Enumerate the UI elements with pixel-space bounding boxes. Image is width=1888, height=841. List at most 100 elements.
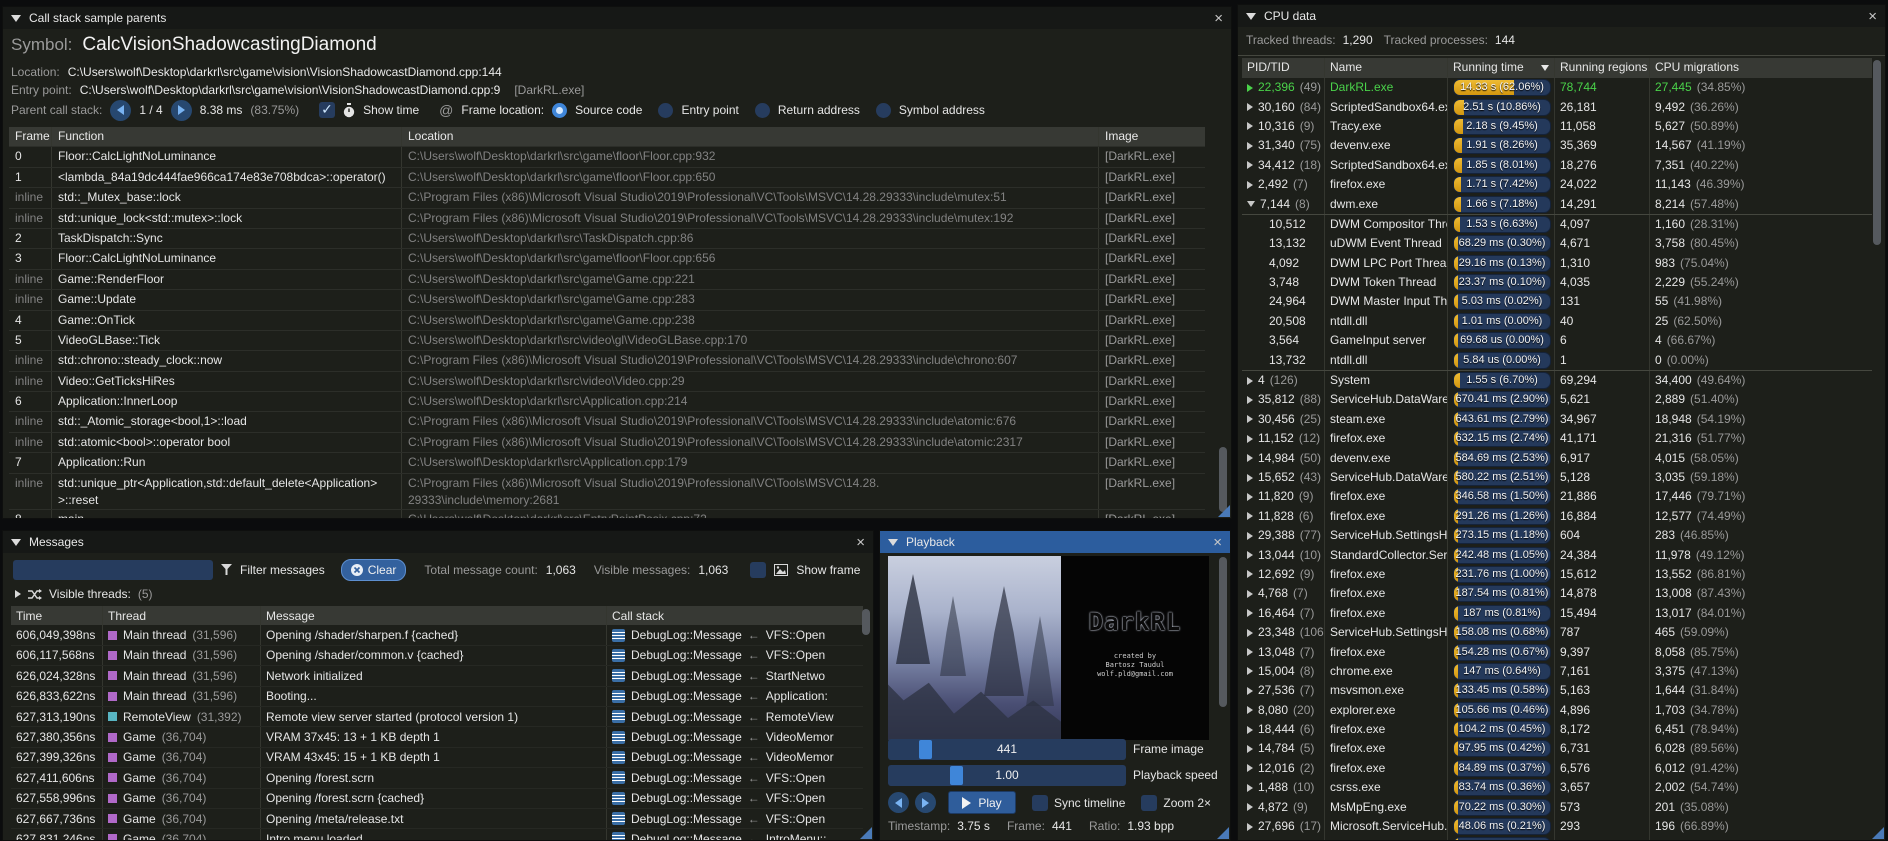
- cpu-process-row[interactable]: 11,152(12)firefox.exe632.15 ms (2.74%)41…: [1242, 429, 1872, 448]
- cpu-process-row[interactable]: 27,696(17)Microsoft.ServiceHub.Controlle…: [1242, 817, 1872, 836]
- callstack-row[interactable]: inlineGame::UpdateC:\Users\wolf\Desktop\…: [9, 290, 1205, 310]
- expand-icon[interactable]: [1247, 103, 1253, 111]
- cpu-process-row[interactable]: 14,984(50)devenv.exe584.69 ms (2.53%)6,9…: [1242, 448, 1872, 467]
- expand-icon[interactable]: [1247, 454, 1253, 462]
- message-row[interactable]: 626,024,328nsMain thread(31,596)Network …: [11, 666, 863, 686]
- filter-input[interactable]: [13, 560, 213, 580]
- messages-titlebar[interactable]: Messages ×: [3, 531, 873, 553]
- callstack-list-icon[interactable]: [612, 629, 625, 642]
- collapse-icon[interactable]: [11, 539, 21, 546]
- expand-icon[interactable]: [1247, 474, 1253, 482]
- callstack-scrollbar[interactable]: [1219, 447, 1227, 512]
- cpu-process-row[interactable]: 4(126)System1.55 s (6.70%)69,29434,400(4…: [1242, 370, 1872, 390]
- callstack-row[interactable]: 3Floor::CalcLightNoLuminanceC:\Users\wol…: [9, 249, 1205, 269]
- radio-source-code-label[interactable]: Source code: [575, 103, 642, 117]
- expand-icon[interactable]: [1247, 84, 1253, 92]
- collapse-icon[interactable]: [11, 15, 21, 22]
- step-back-button[interactable]: [888, 792, 909, 813]
- cpu-process-row[interactable]: 13,048(7)firefox.exe154.28 ms (0.67%)9,3…: [1242, 642, 1872, 661]
- callstack-list-icon[interactable]: [612, 832, 625, 841]
- callstack-list-icon[interactable]: [612, 751, 625, 764]
- resize-grip[interactable]: [1217, 827, 1229, 839]
- expand-threads-icon[interactable]: [15, 590, 21, 598]
- show-frame-label[interactable]: Show frame: [796, 563, 860, 577]
- callstack-row[interactable]: 2TaskDispatch::SyncC:\Users\wolf\Desktop…: [9, 229, 1205, 249]
- callstack-row[interactable]: inlinestd::_Atomic_storage<bool,1>::load…: [9, 412, 1205, 432]
- frame-image-slider[interactable]: 441: [888, 739, 1126, 760]
- messages-scrollbar[interactable]: [862, 609, 870, 635]
- callstack-row[interactable]: inlinestd::unique_ptr<Application,std::d…: [9, 474, 1205, 510]
- callstack-list-icon[interactable]: [612, 812, 625, 825]
- radio-source-code[interactable]: [552, 103, 567, 118]
- expand-icon[interactable]: [1247, 823, 1253, 831]
- cpu-process-row[interactable]: 35,812(88)ServiceHub.DataWarehouse670.41…: [1242, 390, 1872, 409]
- cpu-process-row[interactable]: 10,512DWM Compositor Thread1.53 s (6.63%…: [1242, 214, 1872, 234]
- callstack-list-icon[interactable]: [612, 710, 625, 723]
- cpu-titlebar[interactable]: CPU data ×: [1238, 5, 1885, 27]
- cpu-process-row[interactable]: 22,396(49)DarkRL.exe14.33 s (62.06%)78,7…: [1242, 78, 1872, 97]
- step-forward-button[interactable]: [915, 792, 936, 813]
- callstack-row[interactable]: 8mainC:\Users\wolf\Desktop\darkrl\src\En…: [9, 510, 1205, 519]
- collapse-icon[interactable]: [888, 539, 898, 546]
- message-row[interactable]: 627,313,190nsRemoteView(31,392)Remote vi…: [11, 707, 863, 727]
- col-running-time[interactable]: Running time: [1447, 58, 1554, 77]
- cpu-process-row[interactable]: 14,784(5)firefox.exe97.95 ms (0.42%)6,73…: [1242, 739, 1872, 758]
- close-icon[interactable]: ×: [1213, 535, 1222, 550]
- callstack-row[interactable]: inlineGame::RenderFloorC:\Users\wolf\Des…: [9, 270, 1205, 290]
- expand-icon[interactable]: [1247, 551, 1253, 559]
- cpu-process-row[interactable]: 10,316(9)Tracy.exe2.18 s (9.45%)11,0585,…: [1242, 117, 1872, 136]
- cpu-process-row[interactable]: 11,828(6)firefox.exe291.26 ms (1.26%)16,…: [1242, 507, 1872, 526]
- message-row[interactable]: 627,411,606nsGame(36,704)Opening /forest…: [11, 768, 863, 788]
- message-row[interactable]: 627,380,356nsGame(36,704)VRAM 37x45: 13 …: [11, 727, 863, 747]
- expand-icon[interactable]: [1247, 726, 1253, 734]
- cpu-process-row[interactable]: 13,732ntdll.dll5.84 us (0.00%)10(0.00%): [1242, 350, 1872, 369]
- expand-icon[interactable]: [1247, 181, 1253, 189]
- expand-icon[interactable]: [1247, 122, 1253, 130]
- message-row[interactable]: 627,558,996nsGame(36,704)Opening /forest…: [11, 789, 863, 809]
- callstack-row[interactable]: inlinestd::_Mutex_base::lockC:\Program F…: [9, 188, 1205, 208]
- show-time-checkbox[interactable]: [319, 102, 335, 118]
- callstack-titlebar[interactable]: Call stack sample parents ×: [3, 7, 1231, 29]
- cpu-process-row[interactable]: 7,144(8)dwm.exe1.66 s (7.18%)14,2918,214…: [1242, 194, 1872, 213]
- cpu-process-row[interactable]: 30,160(84)ScriptedSandbox64.exe2.51 s (1…: [1242, 97, 1872, 116]
- cpu-process-row[interactable]: 1,488(10)csrss.exe83.74 ms (0.36%)3,6572…: [1242, 778, 1872, 797]
- callstack-row[interactable]: inlinestd::atomic<bool>::operator boolC:…: [9, 433, 1205, 453]
- play-button[interactable]: Play: [948, 791, 1016, 814]
- show-time-label[interactable]: Show time: [363, 103, 419, 117]
- callstack-row[interactable]: 1<lambda_84a19dc444fae966ca174e83e708bdc…: [9, 168, 1205, 188]
- callstack-list-icon[interactable]: [612, 771, 625, 784]
- expand-icon[interactable]: [1247, 532, 1253, 540]
- callstack-row[interactable]: inlineVideo::GetTicksHiResC:\Users\wolf\…: [9, 372, 1205, 392]
- prev-callstack-button[interactable]: [110, 100, 131, 121]
- radio-symbol-address[interactable]: [876, 103, 891, 118]
- cpu-process-row[interactable]: [1242, 836, 1872, 841]
- cpu-process-row[interactable]: 20,508ntdll.dll1.01 ms (0.00%)4025(62.50…: [1242, 312, 1872, 331]
- expand-icon[interactable]: [1247, 648, 1253, 656]
- cpu-process-row[interactable]: 4,092DWM LPC Port Thread29.16 ms (0.13%)…: [1242, 254, 1872, 273]
- close-icon[interactable]: ×: [1214, 11, 1223, 26]
- col-cpu-migrations[interactable]: CPU migrations: [1649, 58, 1864, 77]
- expand-icon[interactable]: [1247, 784, 1253, 792]
- zoom-2x-label[interactable]: Zoom 2×: [1163, 796, 1211, 810]
- collapse-icon[interactable]: [1247, 201, 1255, 207]
- expand-icon[interactable]: [1247, 745, 1253, 753]
- radio-entry-point-label[interactable]: Entry point: [681, 103, 738, 117]
- sync-timeline-checkbox[interactable]: [1032, 795, 1048, 811]
- radio-return-address[interactable]: [755, 103, 770, 118]
- cpu-process-row[interactable]: 3,564GameInput server69.68 us (0.00%)64(…: [1242, 331, 1872, 350]
- expand-icon[interactable]: [1247, 435, 1253, 443]
- cpu-process-row[interactable]: 34,412(18)ScriptedSandbox64.exe1.85 s (8…: [1242, 156, 1872, 175]
- callstack-row[interactable]: 4Game::OnTickC:\Users\wolf\Desktop\darkr…: [9, 311, 1205, 331]
- callstack-row[interactable]: 6Application::InnerLoopC:\Users\wolf\Des…: [9, 392, 1205, 412]
- playback-titlebar[interactable]: Playback ×: [880, 531, 1230, 553]
- callstack-list-icon[interactable]: [612, 690, 625, 703]
- cpu-process-row[interactable]: 13,132uDWM Event Thread68.29 ms (0.30%)4…: [1242, 234, 1872, 253]
- message-row[interactable]: 627,399,326nsGame(36,704)VRAM 43x45: 15 …: [11, 748, 863, 768]
- expand-icon[interactable]: [1247, 609, 1253, 617]
- callstack-row[interactable]: inlinestd::chrono::steady_clock::nowC:\P…: [9, 351, 1205, 371]
- cpu-scrollbar[interactable]: [1873, 60, 1881, 245]
- callstack-list-icon[interactable]: [612, 731, 625, 744]
- zoom-2x-checkbox[interactable]: [1141, 795, 1157, 811]
- message-row[interactable]: 606,117,568nsMain thread(31,596)Opening …: [11, 646, 863, 666]
- col-name[interactable]: Name: [1324, 58, 1447, 77]
